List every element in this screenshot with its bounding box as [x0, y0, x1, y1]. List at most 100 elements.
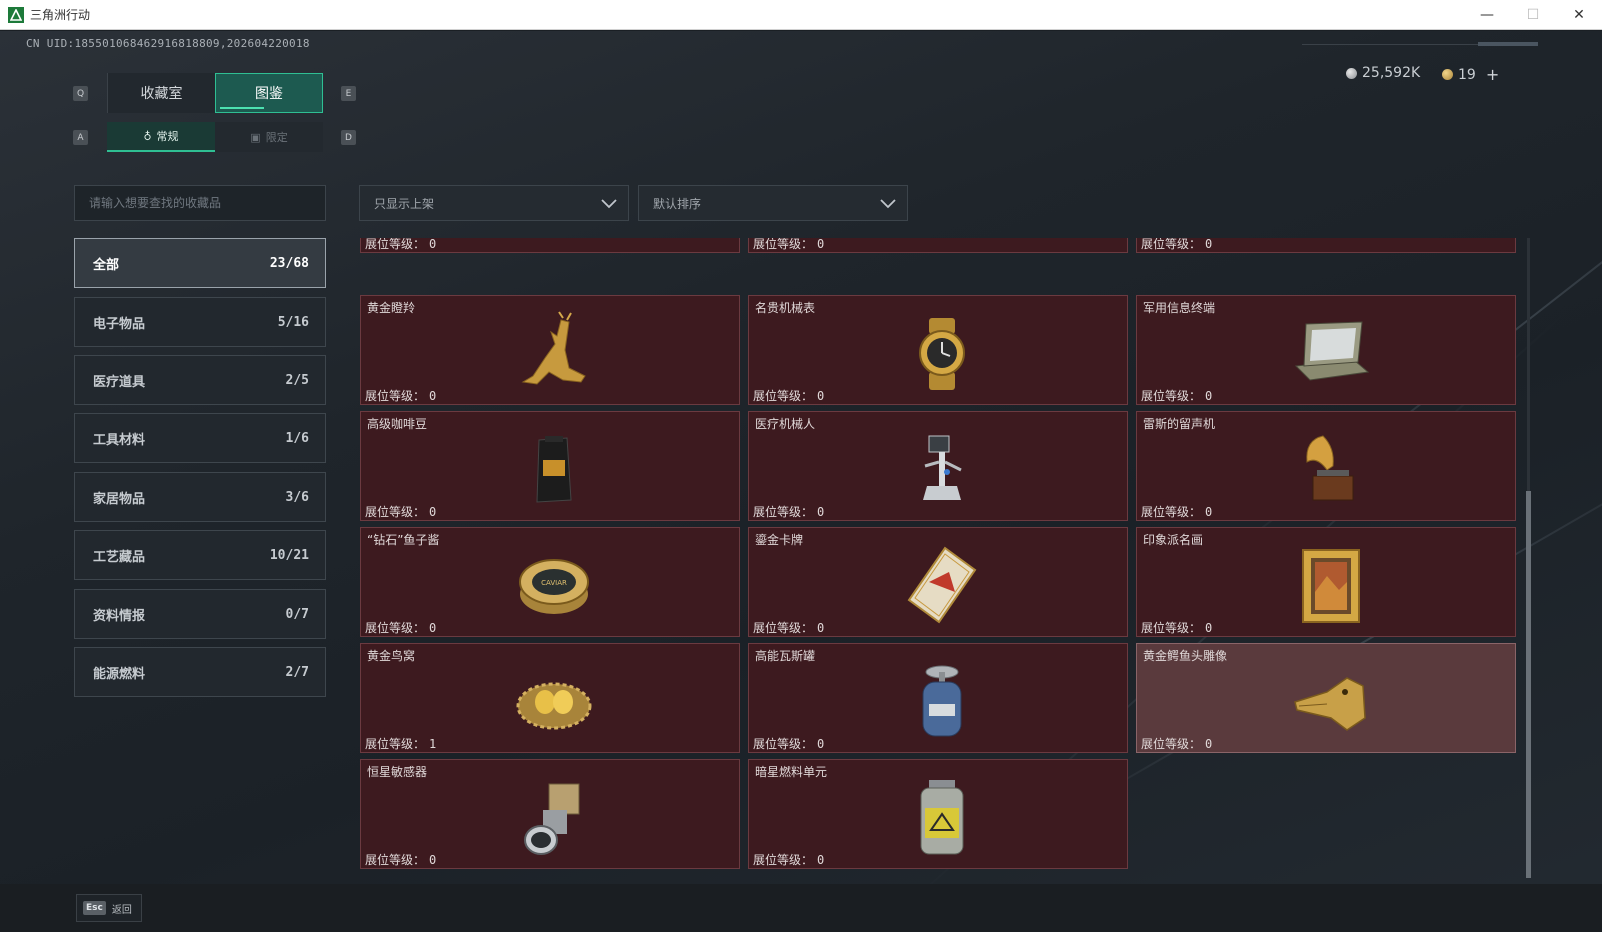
gold-card-icon	[907, 546, 977, 624]
category-crafts[interactable]: 工艺藏品 10/21	[74, 530, 326, 580]
item-card[interactable]: 高能瓦斯罐 展位等级： 0	[748, 643, 1128, 753]
painting-icon	[1302, 549, 1360, 623]
esc-key-hint: Esc	[83, 901, 106, 915]
gold-currency: 19 +	[1442, 65, 1499, 84]
item-name: 高能瓦斯罐	[755, 649, 816, 663]
search-input[interactable]	[74, 185, 326, 221]
item-card[interactable]: 名贵机械表 展位等级： 0	[748, 295, 1128, 405]
item-card[interactable]: 黄金鳄鱼头雕像 展位等级： 0	[1136, 643, 1516, 753]
grid-scrollbar-thumb[interactable]	[1526, 491, 1531, 878]
category-household[interactable]: 家居物品 3/6	[74, 472, 326, 522]
fuel-cell-icon	[920, 780, 964, 855]
item-name: 暗星燃料单元	[755, 765, 828, 779]
gold-coin-icon	[1442, 69, 1453, 80]
category-label: 全部	[93, 257, 120, 273]
item-card[interactable]: 黄金瞪羚 展位等级： 0	[360, 295, 740, 405]
item-card[interactable]: 高级咖啡豆 展位等级： 0	[360, 411, 740, 521]
category-label: 家居物品	[93, 491, 146, 507]
item-name: 恒星敏感器	[367, 765, 428, 779]
category-all[interactable]: 全部 23/68	[74, 238, 326, 288]
booth-level: 展位等级： 0	[1141, 621, 1213, 635]
booth-level: 展位等级： 0	[753, 853, 825, 867]
back-button[interactable]: Esc 返回	[76, 894, 142, 922]
item-card[interactable]: 雷斯的留声机 展位等级： 0	[1136, 411, 1516, 521]
booth-level: 展位等级： 0	[753, 737, 825, 751]
category-label: 医疗道具	[93, 374, 146, 390]
item-name: 医疗机械人	[755, 417, 816, 431]
item-card[interactable]: 印象派名画 展位等级： 0	[1136, 527, 1516, 637]
sort-value: 默认排序	[653, 196, 702, 211]
gas-tank-icon	[922, 665, 962, 737]
window-titlebar: 三角洲行动 — ☐ ✕	[0, 0, 1602, 30]
booth-level: 展位等级： 0	[365, 505, 437, 519]
item-name: 雷斯的留声机	[1143, 417, 1216, 431]
header-divider-accent	[1478, 42, 1538, 46]
item-card[interactable]: 暗星燃料单元 展位等级： 0	[748, 759, 1128, 869]
item-card[interactable]: 医疗机械人 展位等级： 0	[748, 411, 1128, 521]
category-count: 5/16	[277, 314, 309, 330]
category-label: 工艺藏品	[93, 549, 146, 565]
star-sensor-icon	[524, 783, 580, 855]
gazelle-icon	[521, 311, 586, 385]
category-electronics[interactable]: 电子物品 5/16	[74, 297, 326, 347]
category-medical[interactable]: 医疗道具 2/5	[74, 355, 326, 405]
item-card[interactable]: 鎏金卡牌 展位等级： 0	[748, 527, 1128, 637]
item-name: “钻石”鱼子酱	[367, 533, 440, 547]
item-card[interactable]: “钻石”鱼子酱 CAVIAR 展位等级： 0	[360, 527, 740, 637]
close-button[interactable]: ✕	[1556, 0, 1602, 30]
booth-level: 展位等级： 0	[1141, 238, 1213, 251]
golden-nest-icon	[516, 682, 592, 730]
window-title: 三角洲行动	[30, 8, 91, 22]
item-name: 军用信息终端	[1143, 301, 1216, 315]
item-card-partial[interactable]: 展位等级： 0	[1136, 238, 1516, 253]
item-name: 印象派名画	[1143, 533, 1204, 547]
caviar-label: CAVIAR	[541, 579, 567, 587]
tab-collection-room[interactable]: 收藏室	[107, 73, 215, 113]
collection-grid: 展位等级： 0 展位等级： 0 展位等级： 0 黄金瞪羚 展位等级： 0 名贵机械表	[358, 238, 1518, 878]
subtab-limited[interactable]: ▣ 限定	[215, 122, 323, 152]
sort-dropdown[interactable]: 默认排序	[638, 185, 908, 221]
category-tools[interactable]: 工具材料 1/6	[74, 413, 326, 463]
item-card[interactable]: 军用信息终端 展位等级： 0	[1136, 295, 1516, 405]
category-intel[interactable]: 资料情报 0/7	[74, 589, 326, 639]
gramophone-icon	[1306, 435, 1354, 501]
item-card[interactable]: 黄金鸟窝 展位等级： 1	[360, 643, 740, 753]
subtab-regular-label: 常规	[156, 130, 179, 143]
item-name: 黄金瞪羚	[367, 301, 416, 315]
gold-amount: 19	[1458, 66, 1476, 83]
back-label: 返回	[111, 904, 132, 916]
item-card[interactable]: 恒星敏感器 展位等级： 0	[360, 759, 740, 869]
item-name: 高级咖啡豆	[367, 417, 428, 431]
item-card-partial[interactable]: 展位等级： 0	[748, 238, 1128, 253]
subtab-regular[interactable]: ♁ 常规	[107, 122, 215, 152]
booth-level: 展位等级： 0	[1141, 505, 1213, 519]
coffee-bag-icon	[536, 436, 572, 503]
terminal-icon	[1294, 321, 1370, 381]
category-fuel[interactable]: 能源燃料 2/7	[74, 647, 326, 697]
watch-icon	[919, 318, 965, 390]
booth-level: 展位等级： 0	[365, 389, 437, 403]
booth-level: 展位等级： 1	[365, 737, 437, 751]
silver-coin-icon	[1346, 67, 1357, 79]
bottle-icon: ♁	[143, 129, 152, 143]
category-count: 10/21	[269, 547, 309, 563]
app-logo-icon	[8, 6, 24, 23]
game-viewport: CN UID:185501068462916818809,20260422001…	[0, 31, 1602, 932]
chevron-down-icon	[880, 199, 896, 209]
maximize-button[interactable]: ☐	[1510, 0, 1556, 30]
category-count: 23/68	[269, 255, 309, 271]
listing-filter-value: 只显示上架	[374, 196, 435, 211]
booth-level: 展位等级： 0	[365, 853, 437, 867]
item-name: 鎏金卡牌	[755, 533, 804, 547]
category-count: 3/6	[285, 489, 309, 505]
booth-level: 展位等级： 0	[365, 238, 437, 251]
booth-level: 展位等级： 0	[753, 238, 825, 251]
booth-level: 展位等级： 0	[753, 389, 825, 403]
add-currency-button[interactable]: +	[1486, 65, 1499, 84]
minimize-button[interactable]: —	[1464, 0, 1510, 30]
tab-catalog[interactable]: 图鉴	[215, 73, 323, 113]
caviar-tin-icon: CAVIAR	[519, 559, 589, 614]
listing-filter-dropdown[interactable]: 只显示上架	[359, 185, 629, 221]
item-card-partial[interactable]: 展位等级： 0	[360, 238, 740, 253]
category-count: 1/6	[285, 430, 309, 446]
